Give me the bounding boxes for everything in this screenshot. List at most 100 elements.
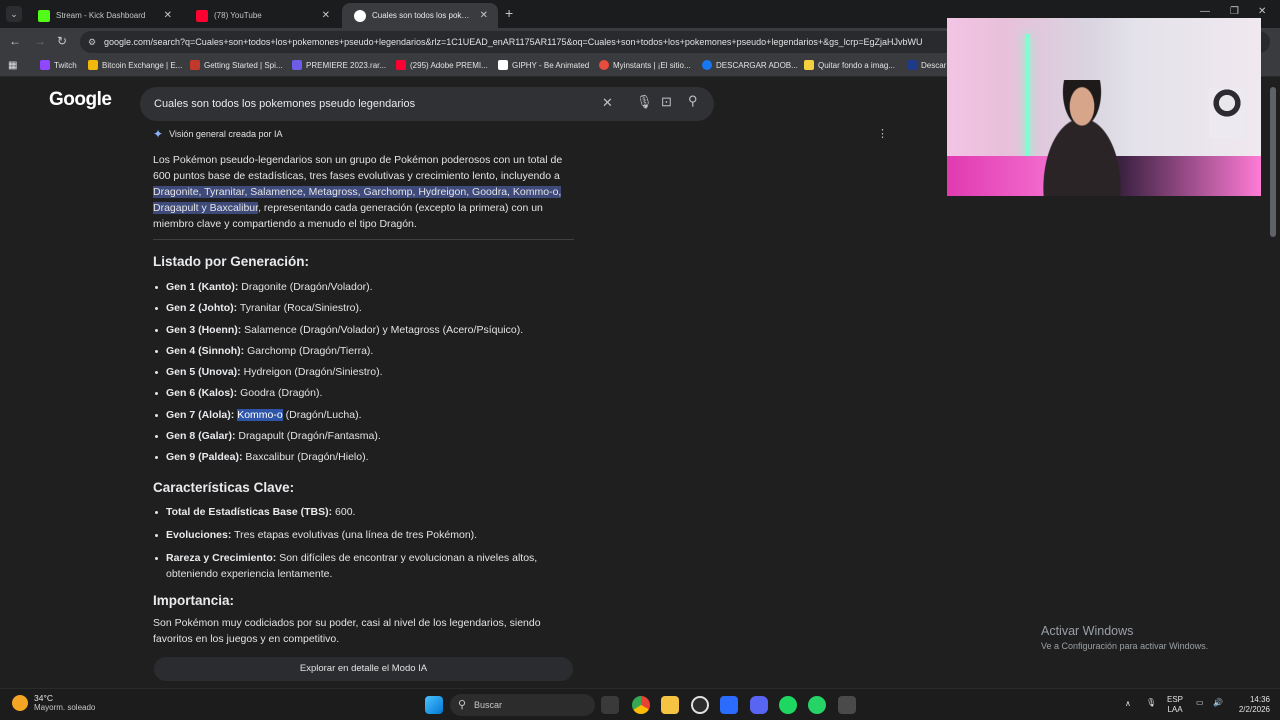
url-text: google.com/search?q=Cuales+son+todos+los…: [104, 37, 923, 47]
intro-text: Los Pokémon pseudo-legendarios son un gr…: [153, 154, 563, 182]
characteristic-text: Tres etapas evolutivas (una línea de tre…: [231, 529, 478, 541]
myinstants-icon: [599, 60, 609, 70]
site-info-icon[interactable]: ⚙: [88, 31, 96, 53]
close-icon[interactable]: ✕: [480, 10, 488, 21]
bookmark-bitcoin[interactable]: Bitcoin Exchange | E...: [88, 60, 182, 70]
bookmark-descargar-adobe[interactable]: DESCARGAR ADOB...: [702, 60, 798, 70]
app-icon[interactable]: [720, 696, 738, 714]
giphy-icon: [498, 60, 508, 70]
back-icon[interactable]: ←: [9, 34, 21, 48]
language-indicator[interactable]: ESP LAA: [1167, 695, 1183, 715]
ai-overview-header: ✦ Visión general creada por IA: [153, 127, 282, 141]
list-item: Gen 3 (Hoenn): Salamence (Dragón/Volador…: [154, 323, 523, 344]
microphone-icon[interactable]: 🎙: [1146, 698, 1156, 708]
bookmark-label: Quitar fondo a imag...: [818, 60, 895, 70]
bookmark-quitar-fondo[interactable]: Quitar fondo a imag...: [804, 60, 895, 70]
app-icon[interactable]: [691, 696, 709, 714]
close-icon[interactable]: ✕: [164, 10, 172, 21]
figure-shelf: [1209, 88, 1245, 138]
bookmark-descar[interactable]: Descar: [907, 60, 946, 70]
lens-icon[interactable]: ⊡: [661, 94, 672, 110]
weather-temp: 34°C: [34, 693, 53, 703]
tab-search-icon[interactable]: ⌄: [6, 6, 22, 22]
bookmark-label: DESCARGAR ADOB...: [716, 60, 798, 70]
volume-icon[interactable]: 🔊: [1213, 698, 1223, 708]
search-icon[interactable]: ⚲: [688, 93, 698, 109]
list-item: Gen 1 (Kanto): Dragonite (Dragón/Volador…: [154, 280, 523, 301]
google-icon: [354, 9, 366, 22]
bookmark-myinstants[interactable]: Myinstants | ¡El sitio...: [599, 60, 691, 70]
discord-icon[interactable]: [750, 696, 768, 714]
file-explorer-icon[interactable]: [661, 696, 679, 714]
bookmark-twitch[interactable]: Twitch: [40, 60, 77, 70]
scrollbar[interactable]: [1270, 87, 1276, 237]
spotify-icon[interactable]: [779, 696, 797, 714]
characteristic-label: Rareza y Crecimiento:: [166, 552, 277, 564]
selected-text[interactable]: Kommo-o: [237, 408, 283, 421]
activation-title: Activar Windows: [1041, 624, 1134, 638]
generation-text: Dragonite (Dragón/Volador).: [238, 281, 373, 293]
characteristic-text: 600.: [332, 506, 356, 518]
start-icon[interactable]: [425, 696, 443, 714]
clock[interactable]: 14:36 2/2/2026: [1230, 695, 1270, 715]
tab-kick[interactable]: Stream - Kick Dashboard ✕: [26, 3, 182, 28]
bookmark-giphy[interactable]: GIPHY - Be Animated: [498, 60, 589, 70]
windows-activation-watermark: Activar Windows Ve a Configuración para …: [1041, 624, 1208, 651]
tab-google-search[interactable]: Cuales son todos los pokemone ✕: [342, 3, 498, 28]
network-icon[interactable]: ▭: [1196, 698, 1204, 708]
ai-overview-intro: Los Pokémon pseudo-legendarios son un gr…: [153, 152, 578, 232]
minimize-icon[interactable]: —: [1200, 6, 1210, 17]
close-window-icon[interactable]: ✕: [1258, 6, 1266, 17]
apps-icon[interactable]: ▦: [8, 60, 17, 71]
ai-overview-label: Visión general creada por IA: [169, 129, 283, 139]
tab-title: Cuales son todos los pokemone: [372, 11, 474, 20]
activation-subtitle: Ve a Configuración para activar Windows.: [1041, 641, 1209, 651]
more-options-icon[interactable]: ⋮: [877, 127, 888, 140]
section-title-caracteristicas: Características Clave:: [153, 480, 295, 495]
generation-label: Gen 5 (Unova):: [166, 366, 241, 379]
search-label: Buscar: [474, 700, 503, 710]
task-view-icon[interactable]: [601, 696, 619, 714]
bookmark-label: Descar: [921, 60, 947, 70]
youtube-icon: [396, 60, 406, 70]
generation-label: Gen 6 (Kalos):: [166, 387, 238, 400]
calculator-icon[interactable]: [838, 696, 856, 714]
tray-chevron-icon[interactable]: ∧: [1125, 699, 1131, 709]
bookmark-getting-started[interactable]: Getting Started | Spi...: [190, 60, 283, 70]
generation-label: Gen 8 (Galar):: [166, 430, 236, 443]
bookmark-label: Twitch: [54, 60, 77, 70]
close-icon[interactable]: ✕: [322, 10, 330, 21]
forward-icon[interactable]: →: [34, 34, 46, 48]
explore-ai-mode-button[interactable]: Explorar en detalle el Modo IA: [154, 657, 573, 681]
characteristic-label: Total de Estadísticas Base (TBS):: [166, 506, 333, 518]
list-item: Gen 7 (Alola): Kommo-o (Dragón/Lucha).: [154, 408, 523, 429]
divider: [153, 239, 574, 240]
clear-icon[interactable]: ✕: [602, 95, 613, 111]
generation-label: Gen 2 (Johto):: [166, 302, 238, 315]
generation-label: Gen 9 (Paldea):: [166, 451, 243, 464]
chrome-icon[interactable]: [632, 696, 650, 714]
bookmark-adobe-premiere[interactable]: (295) Adobe PREMI...: [396, 60, 488, 70]
reload-icon[interactable]: ↻: [57, 34, 67, 48]
generation-text: Dragapult (Dragón/Fantasma).: [235, 430, 381, 443]
generation-text: Goodra (Dragón).: [237, 387, 323, 400]
bookmark-premiere[interactable]: PREMIERE 2023.rar...: [292, 60, 386, 70]
list-item: Gen 8 (Galar): Dragapult (Dragón/Fantasm…: [154, 429, 523, 450]
windows-taskbar: 34°C Mayorm. soleado ⚲ Buscar ∧ 🎙 ESP LAA…: [0, 688, 1280, 720]
whatsapp-icon[interactable]: [808, 696, 826, 714]
kick-icon: [38, 9, 50, 22]
restore-icon[interactable]: ❐: [1230, 6, 1239, 17]
taskbar-search[interactable]: ⚲ Buscar: [450, 694, 595, 716]
tab-youtube[interactable]: (78) YouTube ✕: [184, 3, 340, 28]
microphone-icon[interactable]: 🎙: [636, 94, 653, 110]
tab-title: (78) YouTube: [214, 11, 262, 20]
bookmark-label: PREMIERE 2023.rar...: [306, 60, 387, 70]
image-icon: [804, 60, 814, 70]
google-logo[interactable]: Google: [49, 89, 112, 111]
search-input[interactable]: Cuales son todos los pokemones pseudo le…: [140, 87, 714, 121]
bitcoin-icon: [88, 60, 98, 70]
bookmark-label: Myinstants | ¡El sitio...: [613, 60, 691, 70]
new-tab-icon[interactable]: +: [505, 5, 513, 21]
importance-text: Son Pokémon muy codiciados por su poder,…: [153, 617, 541, 645]
weather-widget[interactable]: 34°C Mayorm. soleado: [12, 693, 95, 712]
